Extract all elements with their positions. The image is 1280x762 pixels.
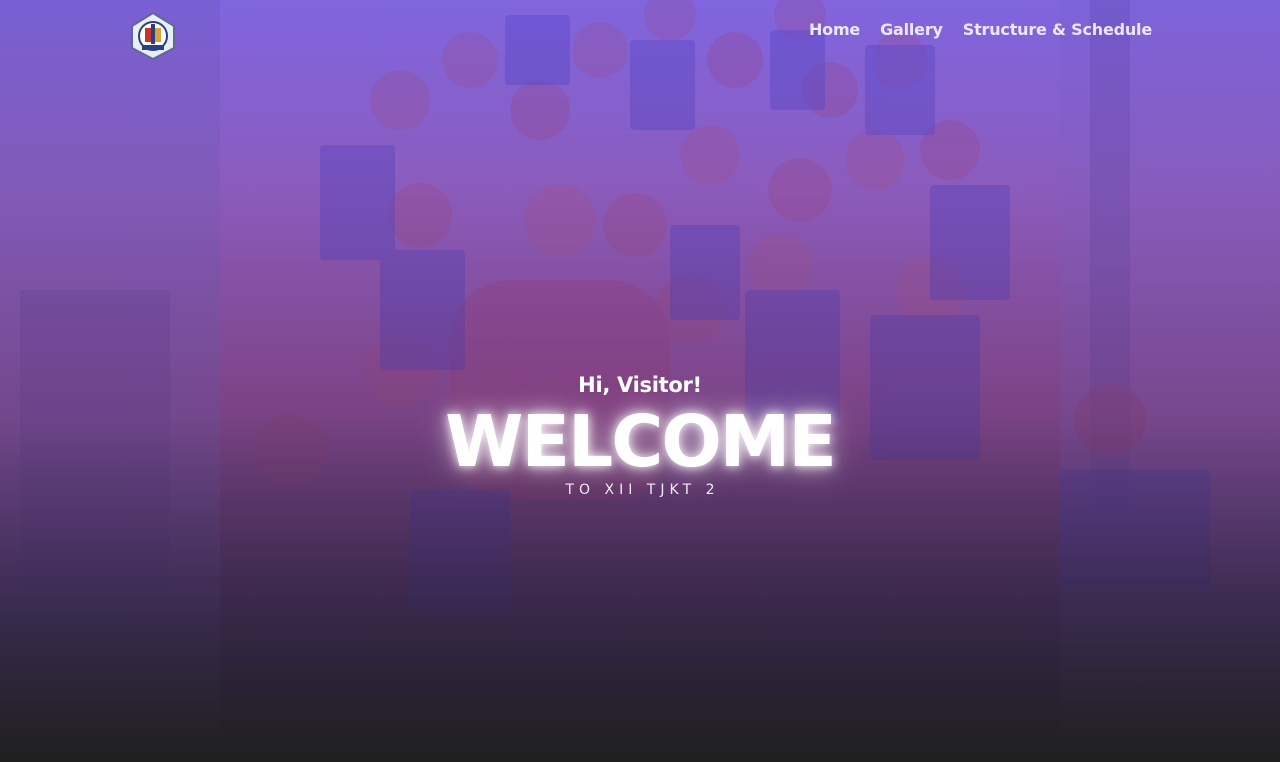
- hero-text-block: Hi, Visitor! WELCOME TO XII TJKT 2: [0, 368, 1280, 498]
- nav-menu: Home Gallery Structure & Schedule: [809, 20, 1152, 39]
- nav-link-structure-schedule[interactable]: Structure & Schedule: [963, 20, 1152, 39]
- hero-section: Home Gallery Structure & Schedule Hi, Vi…: [0, 0, 1280, 762]
- nav-link-home[interactable]: Home: [809, 20, 860, 39]
- school-emblem-icon[interactable]: [130, 12, 176, 60]
- class-subtitle: TO XII TJKT 2: [565, 482, 720, 498]
- greeting-text: Hi, Visitor!: [578, 373, 702, 397]
- nav-link-gallery[interactable]: Gallery: [880, 20, 943, 39]
- navbar: Home Gallery Structure & Schedule: [0, 0, 1280, 72]
- welcome-headline: WELCOME: [445, 400, 837, 483]
